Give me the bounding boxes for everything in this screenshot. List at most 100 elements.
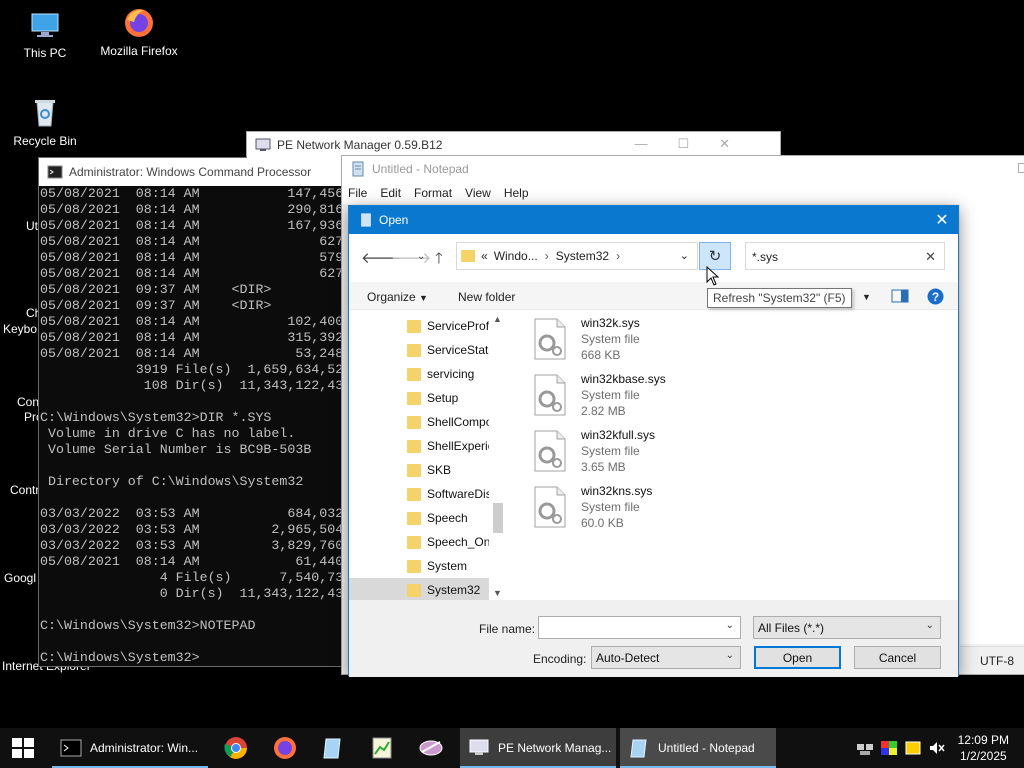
tree-item[interactable]: ShellCompo [349,410,489,434]
volume-muted-icon[interactable] [928,740,946,756]
chevron-down-icon[interactable]: ⌄ [680,249,689,262]
network-tray-icon[interactable] [856,740,874,756]
tree-item[interactable]: System [349,554,489,578]
refresh-icon: ↻ [708,248,722,265]
up-arrow-icon[interactable]: 🡑 [435,248,443,273]
scroll-up-icon[interactable]: ▲ [493,314,502,324]
tree-item[interactable]: ServiceProfi [349,314,489,338]
recent-locations-chevron-icon[interactable]: ⌄ [417,251,425,262]
address-bar[interactable]: « Windo... › System32 › ⌄ [456,242,698,270]
cmd-output[interactable]: 05/08/2021 08:14 AM 147,456 05/08/2021 0… [39,186,342,666]
tree-item[interactable]: SKB [349,458,489,482]
desktop-icon-this-pc[interactable]: This PC [0,8,90,60]
desktop-icon-label: Recycle Bin [13,134,77,148]
encoding-value: Auto-Detect [596,651,660,665]
search-input[interactable]: *.sys ✕ [745,242,945,270]
desktop-icon-recycle-bin[interactable]: Recycle Bin [0,96,90,148]
cmd-titlebar[interactable]: Administrator: Windows Command Processor [39,158,342,186]
taskbar-button-pe-network-manager[interactable]: PE Network Manag... [460,728,616,768]
tree-scrollbar[interactable]: ▲ ▼ [491,310,505,600]
close-icon[interactable]: ✕ [926,206,958,234]
tree-item[interactable]: ServiceState [349,338,489,362]
cmd-window[interactable]: Administrator: Windows Command Processor… [38,157,343,667]
encoding-select[interactable]: Auto-Detect ⌄ [591,646,741,669]
navigation-tree[interactable]: ServiceProfi ServiceState servicing Setup Sh… [349,310,504,600]
notepad-text-area[interactable] [960,204,1024,644]
dialog-toolbar: Organize ▼ New folder ▼ ? [349,282,958,310]
desktop-partial-label: Googl [4,571,37,585]
clear-search-icon[interactable]: ✕ [925,249,936,265]
file-size: 668 KB [581,348,621,362]
notepad-encoding-status: UTF-8 [960,646,1024,674]
folder-icon [407,535,421,549]
tree-item[interactable]: SoftwareDis [349,482,489,506]
notepad-app-icon[interactable] [320,736,346,760]
breadcrumb-overflow[interactable]: « [481,249,488,263]
open-dialog-titlebar[interactable]: Open [349,206,958,234]
tree-item-label: ServiceProfi [427,319,489,333]
breadcrumb-windows[interactable]: Windo... [494,249,538,263]
file-item[interactable]: win32kbase.sys System file 2.82 MB [529,370,729,426]
open-button[interactable]: Open [754,646,841,669]
dialog-footer: File name: ⌄ All Files (*.*) ⌄ Encoding:… [349,600,958,677]
start-windows-icon[interactable] [12,738,34,758]
folder-icon [407,559,421,573]
desktop-icon-firefox[interactable]: Mozilla Firefox [94,6,184,58]
keyboard-tray-icon[interactable] [904,740,922,756]
chart-app-icon[interactable] [369,736,395,760]
view-options-arrow-icon[interactable]: ▼ [862,292,871,302]
firefox-icon[interactable] [272,736,298,760]
chevron-right-icon[interactable]: › [545,249,549,263]
menu-edit[interactable]: Edit [380,186,401,200]
notepad-icon [361,213,371,227]
open-dialog[interactable]: Open ✕ 🡐 🡒 ⌄ 🡑 « Windo... › System32 › ⌄… [348,205,959,677]
menu-format[interactable]: Format [414,186,452,200]
file-type-filter-select[interactable]: All Files (*.*) ⌄ [753,616,941,639]
maximize-icon[interactable] [1018,163,1024,173]
taskbar-button-cmd[interactable]: Administrator: Win... [52,728,208,768]
folder-icon [407,583,421,597]
organize-label: Organize [367,290,416,304]
tree-item-label: SKB [427,463,452,477]
cancel-button[interactable]: Cancel [854,646,941,669]
chevron-down-icon[interactable]: ⌄ [726,620,734,631]
chevron-down-icon: ⌄ [925,620,934,631]
menu-file[interactable]: File [348,186,367,200]
preview-pane-icon[interactable] [891,288,909,304]
scrollbar-thumb[interactable] [493,503,503,533]
help-icon[interactable]: ? [927,288,944,305]
file-name: win32k.sys [581,316,640,330]
notepad-titlebar[interactable]: Untitled - Notepad [342,156,1024,182]
tree-item[interactable]: ShellExperie [349,434,489,458]
tree-item[interactable]: servicing [349,362,489,386]
file-name-input[interactable]: ⌄ [538,616,741,639]
display-tray-icon[interactable] [880,740,898,756]
taskbar-button-notepad[interactable]: Untitled - Notepad [620,728,776,768]
pe-network-manager-window[interactable]: PE Network Manager 0.59.B12 —☐✕ [246,131,781,158]
cmd-icon [60,739,82,757]
scroll-down-icon[interactable]: ▼ [493,588,502,598]
notepad-menubar: File Edit Format View Help [342,182,1024,204]
tree-item[interactable]: Speech_One [349,530,489,554]
tree-item[interactable]: Setup [349,386,489,410]
menu-help[interactable]: Help [504,186,529,200]
network-tool-icon[interactable] [418,736,444,760]
system-file-icon [534,318,566,360]
breadcrumb-system32[interactable]: System32 [556,249,609,263]
menu-view[interactable]: View [465,186,491,200]
organize-button[interactable]: Organize ▼ [367,290,428,304]
file-item[interactable]: win32kns.sys System file 60.0 KB [529,482,729,538]
chrome-icon[interactable] [223,736,249,760]
tree-item[interactable]: Speech [349,506,489,530]
file-type: System file [581,444,640,458]
new-folder-button[interactable]: New folder [458,290,515,304]
notepad-icon [352,161,364,177]
tree-item[interactable]: System32 [349,578,489,600]
refresh-tooltip: Refresh "System32" (F5) [707,288,852,308]
file-item[interactable]: win32kfull.sys System file 3.65 MB [529,426,729,482]
cmd-icon [47,165,63,179]
chevron-right-icon[interactable]: › [616,249,620,263]
system-clock[interactable]: 12:09 PM 1/2/2025 [958,732,1009,764]
file-name-label: File name: [479,622,536,636]
file-item[interactable]: win32k.sys System file 668 KB [529,314,729,370]
